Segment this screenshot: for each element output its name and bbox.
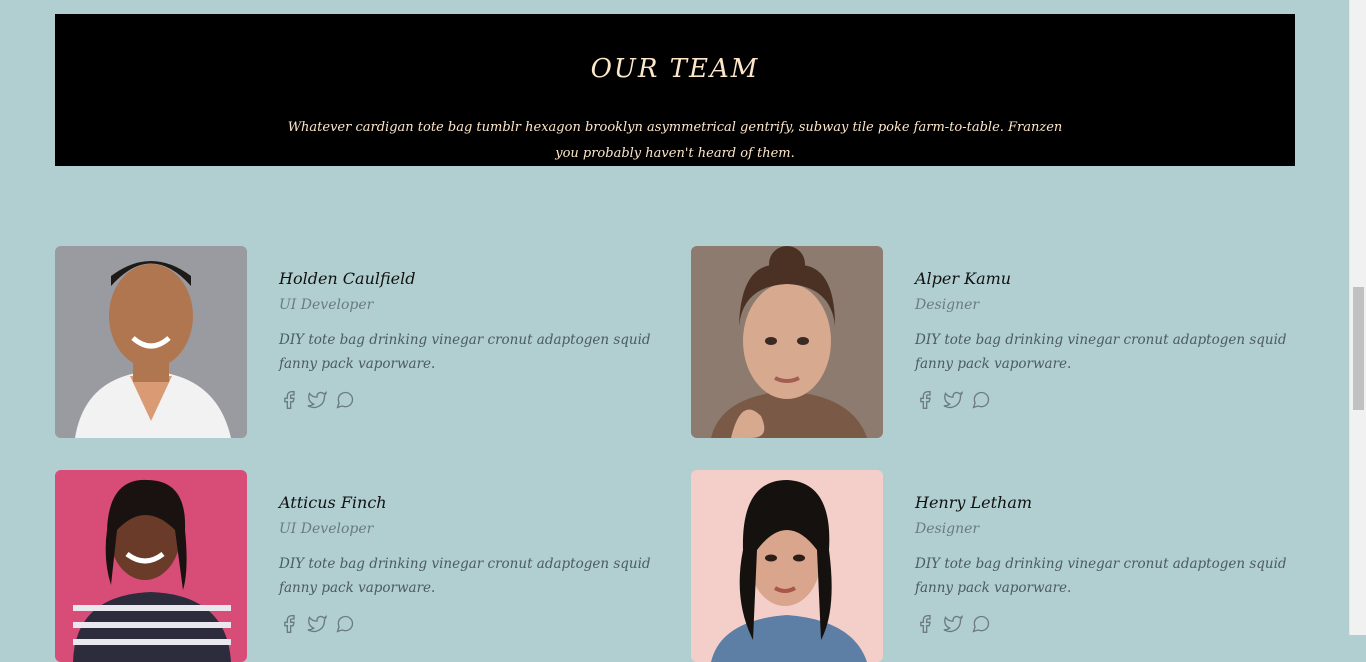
member-name: Holden Caulfield (279, 269, 416, 288)
social-links (279, 390, 659, 410)
member-photo (55, 246, 247, 438)
team-card: Alper Kamu Designer DIY tote bag drinkin… (691, 246, 1291, 438)
member-bio: DIY tote bag drinking vinegar cronut ada… (279, 332, 651, 372)
social-links (915, 614, 1295, 634)
scrollbar-thumb[interactable] (1353, 287, 1364, 410)
page-scrollbar[interactable] (1349, 0, 1366, 635)
member-name: Henry Letham (915, 493, 1033, 512)
facebook-icon[interactable] (279, 614, 299, 634)
member-bio: DIY tote bag drinking vinegar cronut ada… (915, 332, 1287, 372)
member-photo (55, 470, 247, 662)
member-role: UI Developer (279, 521, 374, 537)
member-name: Atticus Finch (279, 493, 387, 512)
chat-icon[interactable] (335, 390, 355, 410)
twitter-icon[interactable] (943, 614, 964, 634)
team-card: Henry Letham Designer DIY tote bag drink… (691, 470, 1291, 662)
member-role: Designer (915, 521, 980, 537)
member-bio: DIY tote bag drinking vinegar cronut ada… (279, 556, 651, 596)
team-card: Holden Caulfield UI Developer DIY tote b… (55, 246, 655, 438)
member-bio: DIY tote bag drinking vinegar cronut ada… (915, 556, 1287, 596)
member-role: UI Developer (279, 297, 374, 313)
facebook-icon[interactable] (915, 614, 935, 634)
twitter-icon[interactable] (943, 390, 964, 410)
twitter-icon[interactable] (307, 390, 328, 410)
member-photo (691, 246, 883, 438)
facebook-icon[interactable] (279, 390, 299, 410)
social-links (915, 390, 1295, 410)
chat-icon[interactable] (971, 614, 991, 634)
hero-banner: OUR TEAM Whatever cardigan tote bag tumb… (55, 14, 1295, 166)
page-title: OUR TEAM (590, 54, 760, 84)
chat-icon[interactable] (335, 614, 355, 634)
hero-description: Whatever cardigan tote bag tumblr hexago… (287, 120, 1063, 161)
twitter-icon[interactable] (307, 614, 328, 634)
member-role: Designer (915, 297, 980, 313)
team-card: Atticus Finch UI Developer DIY tote bag … (55, 470, 655, 662)
member-name: Alper Kamu (915, 269, 1012, 288)
social-links (279, 614, 659, 634)
chat-icon[interactable] (971, 390, 991, 410)
facebook-icon[interactable] (915, 390, 935, 410)
member-photo (691, 470, 883, 662)
